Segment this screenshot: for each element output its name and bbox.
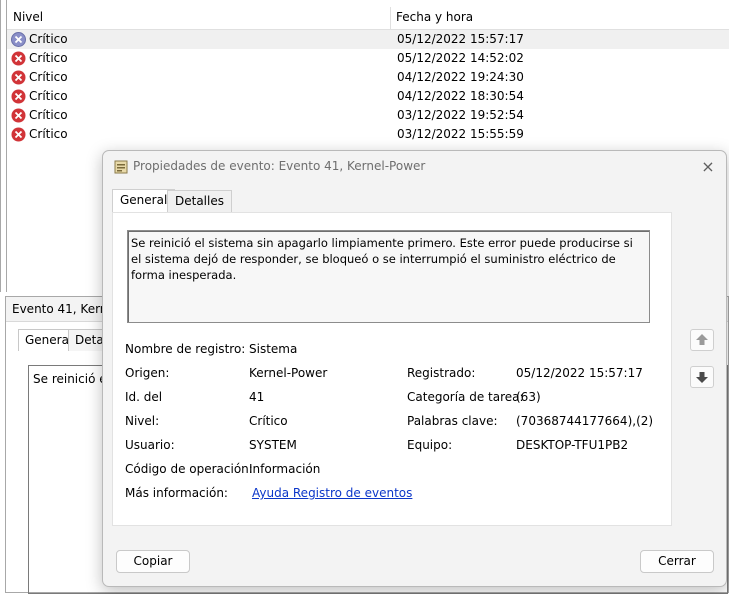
row-date: 04/12/2022 18:30:54 bbox=[397, 89, 524, 103]
level-value: Crítico bbox=[249, 414, 288, 428]
row-level: Crítico bbox=[29, 108, 68, 122]
table-row[interactable]: Crítico 03/12/2022 19:52:54 bbox=[6, 106, 729, 125]
event-id-value: 41 bbox=[249, 390, 265, 404]
level-label: Nivel: bbox=[125, 414, 160, 428]
user-label: Usuario: bbox=[125, 438, 175, 452]
row-level: Crítico bbox=[29, 70, 68, 84]
table-row[interactable]: Crítico 04/12/2022 18:30:54 bbox=[6, 87, 729, 106]
opcode-label: Código de operación: bbox=[125, 462, 253, 476]
close-icon[interactable]: × bbox=[698, 157, 718, 177]
tab-general[interactable]: General bbox=[112, 189, 176, 213]
row-date: 05/12/2022 15:57:17 bbox=[397, 32, 524, 46]
row-date: 04/12/2022 19:24:30 bbox=[397, 70, 524, 84]
arrow-down-icon bbox=[696, 372, 708, 383]
event-viewer-icon bbox=[114, 160, 128, 174]
row-date: 03/12/2022 19:52:54 bbox=[397, 108, 524, 122]
event-list-rows: Crítico 05/12/2022 15:57:17 Crítico 05/1… bbox=[6, 30, 729, 144]
tab-details[interactable]: Detalles bbox=[167, 190, 232, 212]
arrow-up-icon bbox=[696, 334, 708, 345]
next-event-button[interactable] bbox=[690, 366, 714, 388]
table-row[interactable]: Crítico 04/12/2022 19:24:30 bbox=[6, 68, 729, 87]
previous-event-button[interactable] bbox=[690, 329, 714, 351]
logged-value: 05/12/2022 15:57:17 bbox=[516, 366, 643, 380]
table-row[interactable]: Crítico 05/12/2022 15:57:17 bbox=[6, 30, 729, 49]
critical-error-icon bbox=[11, 127, 26, 142]
event-description: Se reinició el sistema sin apagarlo limp… bbox=[131, 236, 633, 282]
event-properties-dialog: Propiedades de evento: Evento 41, Kernel… bbox=[102, 150, 727, 587]
critical-error-icon bbox=[11, 108, 26, 123]
event-list-header: Nivel Fecha y hora bbox=[6, 7, 729, 30]
column-header-date[interactable]: Fecha y hora bbox=[396, 10, 473, 24]
table-row[interactable]: Crítico 03/12/2022 15:55:59 bbox=[6, 125, 729, 144]
copy-button[interactable]: Copiar bbox=[116, 550, 190, 573]
opcode-value: Información bbox=[249, 462, 321, 476]
close-button[interactable]: Cerrar bbox=[640, 550, 714, 573]
log-name-label: Nombre de registro: bbox=[125, 342, 246, 356]
dialog-title: Propiedades de evento: Evento 41, Kernel… bbox=[133, 159, 426, 173]
event-description-box[interactable]: Se reinició el sistema sin apagarlo limp… bbox=[127, 230, 650, 323]
critical-error-icon bbox=[11, 51, 26, 66]
more-info-label: Más información: bbox=[125, 486, 228, 500]
computer-label: Equipo: bbox=[407, 438, 453, 452]
keywords-label: Palabras clave: bbox=[407, 414, 498, 428]
dialog-titlebar[interactable]: Propiedades de evento: Evento 41, Kernel… bbox=[103, 151, 726, 183]
source-value: Kernel-Power bbox=[249, 366, 328, 380]
event-id-label: Id. del bbox=[125, 390, 163, 404]
logged-label: Registrado: bbox=[407, 366, 476, 380]
row-level: Crítico bbox=[29, 32, 68, 46]
task-category-label: Categoría de tarea: bbox=[407, 390, 524, 404]
task-category-value: (63) bbox=[516, 390, 541, 404]
log-name-value: Sistema bbox=[249, 342, 298, 356]
row-date: 05/12/2022 14:52:02 bbox=[397, 51, 524, 65]
row-level: Crítico bbox=[29, 89, 68, 103]
computer-value: DESKTOP-TFU1PB2 bbox=[516, 438, 629, 452]
critical-error-icon bbox=[11, 89, 26, 104]
general-tab-panel: Se reinició el sistema sin apagarlo limp… bbox=[112, 212, 672, 526]
row-level: Crítico bbox=[29, 127, 68, 141]
source-label: Origen: bbox=[125, 366, 170, 380]
divider bbox=[6, 0, 7, 292]
row-level: Crítico bbox=[29, 51, 68, 65]
row-date: 03/12/2022 15:55:59 bbox=[397, 127, 524, 141]
keywords-value: (70368744177664),(2) bbox=[516, 414, 654, 428]
more-info-link[interactable]: Ayuda Registro de eventos bbox=[252, 486, 412, 500]
column-header-level[interactable]: Nivel bbox=[13, 10, 43, 24]
critical-error-icon bbox=[11, 70, 26, 85]
table-row[interactable]: Crítico 05/12/2022 14:52:02 bbox=[6, 49, 729, 68]
critical-error-icon bbox=[11, 32, 26, 47]
column-separator[interactable] bbox=[390, 7, 391, 29]
user-value: SYSTEM bbox=[249, 438, 297, 452]
